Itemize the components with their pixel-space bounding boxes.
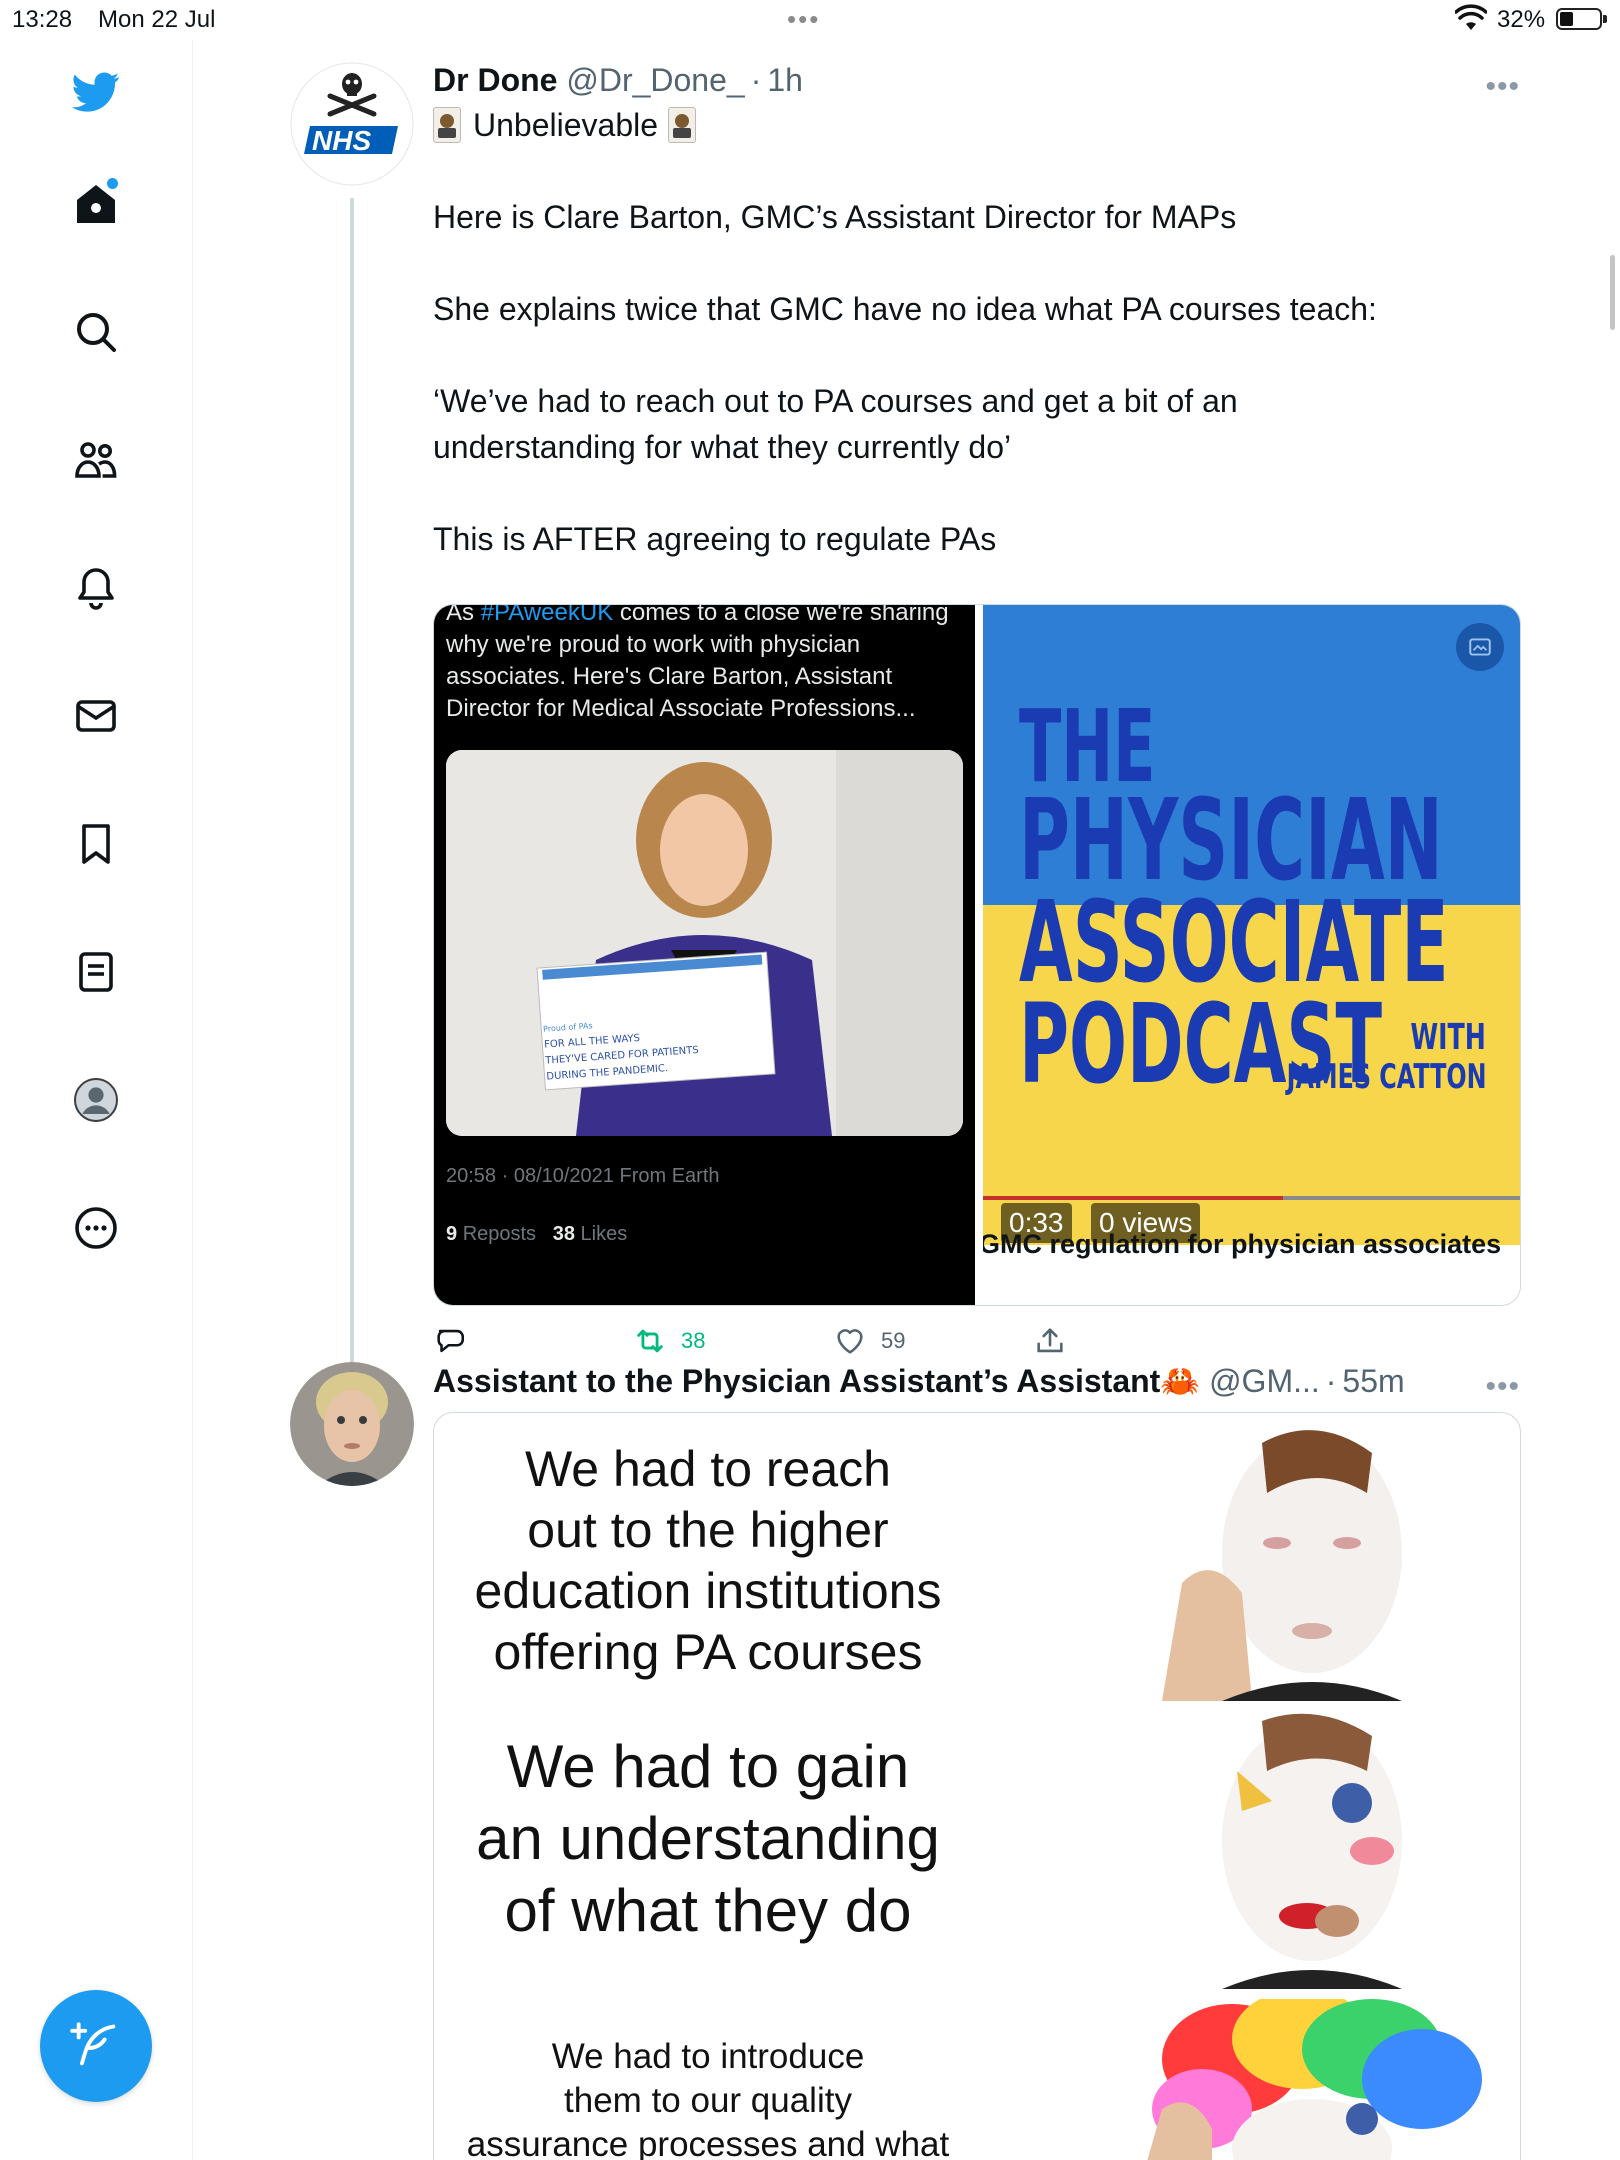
meme-panel-text: We had to gain an understanding of what … xyxy=(476,1733,940,1944)
like-count: 59 xyxy=(881,1328,906,1353)
hashtag-link: #PAweekUK xyxy=(480,605,614,626)
bookmark-icon[interactable] xyxy=(66,814,126,874)
more-options-icon[interactable]: ••• xyxy=(1485,1370,1520,1404)
wifi-icon xyxy=(1454,4,1488,39)
lists-icon[interactable] xyxy=(66,942,126,1002)
meme-panel-text: We had to reach out to the higher educat… xyxy=(474,1441,942,1680)
search-icon[interactable] xyxy=(66,302,126,362)
tweet-text-line: She explains twice that GMC have no idea… xyxy=(433,291,1377,327)
like-button[interactable]: 59 xyxy=(833,1324,905,1358)
communities-icon[interactable] xyxy=(66,430,126,490)
author-name[interactable]: Assistant to the Physician Assistant’s A… xyxy=(433,1363,1160,1400)
meme-image[interactable]: We had to reach out to the higher educat… xyxy=(433,1412,1521,2160)
meme-face-panel-2 xyxy=(1102,1711,1512,1989)
tweet-header: Dr Done @Dr_Done_ · 1h xyxy=(433,62,803,102)
share-button[interactable] xyxy=(1033,1324,1081,1358)
separator-dot: · xyxy=(1325,1363,1337,1399)
tweet[interactable]: Assistant to the Physician Assistant’s A… xyxy=(290,1362,1521,2160)
podcast-video[interactable]: THE PHYSICIAN ASSOCIATE PODCAST WITH JAM… xyxy=(983,605,1520,1305)
separator-dot: · xyxy=(750,62,762,98)
status-time: 13:28 xyxy=(12,6,73,33)
bell-icon[interactable] xyxy=(66,558,126,618)
tweet-actions: 38 59 xyxy=(433,1324,1133,1364)
podcast-host: JAMES CATTON xyxy=(1286,1057,1486,1097)
more-options-icon[interactable]: ••• xyxy=(1485,70,1520,104)
status-bar: 13:28 Mon 22 Jul ••• 32% xyxy=(0,0,1620,40)
reply-icon xyxy=(437,1329,465,1353)
scrollbar-thumb[interactable] xyxy=(1610,255,1615,330)
avatar[interactable]: NHS xyxy=(290,62,414,186)
tweet-media-grid[interactable]: As #PAweekUK comes to a close we're shar… xyxy=(433,604,1521,1306)
tweet-text-line: Here is Clare Barton, GMC’s Assistant Di… xyxy=(433,199,1237,235)
home-icon[interactable] xyxy=(66,174,126,234)
retweet-count: 38 xyxy=(681,1328,706,1353)
meme-panel-text: We had to introduce them to our quality … xyxy=(466,2037,950,2160)
quoted-stats: 9 Reposts 38 Likes xyxy=(446,1223,628,1245)
video-caption: GMC regulation for physician associates xyxy=(983,1229,1502,1259)
tweet-time[interactable]: 1h xyxy=(767,62,803,99)
multitask-dots-icon[interactable]: ••• xyxy=(787,4,820,35)
sidebar-nav xyxy=(0,40,193,2160)
sign-text: Proud of PAs FOR ALL THE WAYS THEY'VE CAR… xyxy=(542,1021,699,1083)
status-date: Mon 22 Jul xyxy=(98,6,216,33)
tweet-text-line: This is AFTER agreeing to regulate PAs xyxy=(433,521,997,557)
tweet[interactable]: NHS Dr Done @Dr_Done_ · 1h ••• Unbelieva… xyxy=(290,62,1521,1420)
author-handle[interactable]: @Dr_Done_ xyxy=(566,62,744,99)
quoted-timestamp: 20:58 · 08/10/2021 From Earth xyxy=(446,1165,720,1187)
avatar[interactable] xyxy=(290,1362,414,1486)
profile-icon[interactable] xyxy=(66,1070,126,1130)
tweet-text-quote: ‘We’ve had to reach out to PA courses an… xyxy=(433,383,1238,465)
tweet-text-unbelievable: Unbelievable xyxy=(473,107,659,143)
battery-icon xyxy=(1556,8,1607,30)
author-handle[interactable]: @GM... xyxy=(1209,1363,1320,1400)
compose-button[interactable] xyxy=(40,1990,152,2102)
share-icon xyxy=(1037,1328,1063,1353)
nhs-logo-text: NHS xyxy=(312,125,372,156)
more-circle-icon[interactable] xyxy=(66,1198,126,1258)
home-notification-dot xyxy=(107,178,118,189)
tweet-text-line: Unbelievable xyxy=(433,102,1513,148)
podcast-with: WITH xyxy=(1410,1017,1486,1058)
meme-face-panel-1 xyxy=(1102,1423,1512,1701)
author-name[interactable]: Dr Done xyxy=(433,62,557,99)
tweet-time[interactable]: 55m xyxy=(1342,1363,1404,1400)
meme-face-panel-3 xyxy=(1102,1999,1512,2160)
media-badge-icon xyxy=(1456,623,1504,671)
tweet-header: Assistant to the Physician Assistant’s A… xyxy=(433,1362,1405,1402)
mail-icon[interactable] xyxy=(66,686,126,746)
quoted-screenshot-image[interactable]: As #PAweekUK comes to a close we're shar… xyxy=(434,605,975,1305)
crab-emoji: 🦀 xyxy=(1160,1363,1201,1399)
reply-button[interactable] xyxy=(433,1324,481,1358)
twitter-bird-icon[interactable] xyxy=(66,62,126,122)
thread-line xyxy=(350,198,354,1420)
joker-card-icon xyxy=(668,107,697,143)
heart-icon xyxy=(837,1329,863,1354)
quoted-text: As #PAweekUK comes to a close we're shar… xyxy=(446,605,966,725)
joker-card-icon xyxy=(433,107,461,143)
compose-icon xyxy=(70,2022,116,2066)
battery-percent: 32% xyxy=(1497,6,1546,33)
retweet-icon xyxy=(637,1329,663,1353)
retweet-button[interactable]: 38 xyxy=(633,1324,705,1358)
quoted-photo: Proud of PAs FOR ALL THE WAYS THEY'VE CAR… xyxy=(446,750,963,1136)
